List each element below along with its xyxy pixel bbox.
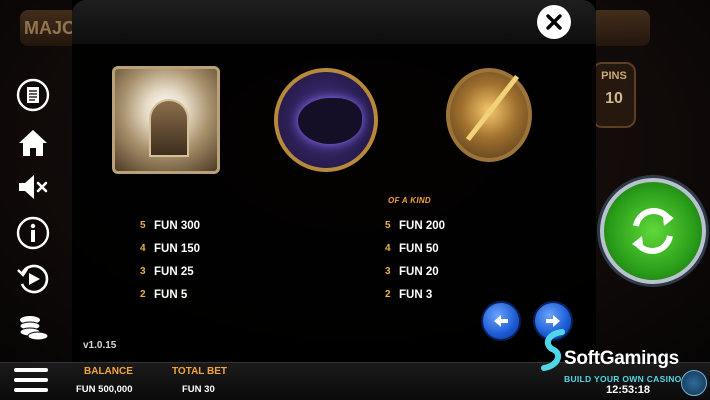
payout-row: 4 FUN 50 <box>385 237 445 260</box>
payout-value: FUN 150 <box>154 242 201 255</box>
payout-list-right: 5 FUN 200 4 FUN 50 3 FUN 20 2 FUN 3 <box>385 214 445 306</box>
symbol-spear-emblem <box>446 68 532 162</box>
payout-value: FUN 50 <box>399 242 439 255</box>
payout-value: FUN 200 <box>399 219 446 232</box>
payout-count: 3 <box>140 266 146 277</box>
home-button[interactable] <box>14 124 52 162</box>
spins-value: 10 <box>605 90 623 107</box>
close-icon <box>546 14 562 30</box>
payout-value: FUN 300 <box>154 219 201 232</box>
provider-badge-icon <box>681 370 707 396</box>
payout-row: 5 FUN 300 <box>140 214 200 237</box>
payout-row: 2 FUN 5 <box>140 283 200 306</box>
background-title-left: MAJO <box>20 10 80 46</box>
background-spins-counter: PINS 10 <box>592 62 636 128</box>
arrow-left-icon <box>494 315 508 327</box>
spin-button[interactable] <box>600 178 706 284</box>
autoplay-icon <box>17 264 49 294</box>
payout-list-left: 5 FUN 300 4 FUN 150 3 FUN 25 2 FUN 5 <box>140 214 200 306</box>
paytable-panel <box>72 0 596 362</box>
home-icon <box>19 130 47 156</box>
menu-button[interactable] <box>14 368 48 396</box>
payout-row: 5 FUN 200 <box>385 214 445 237</box>
sound-toggle-button[interactable] <box>14 168 52 206</box>
autoplay-button[interactable] <box>14 260 52 298</box>
payout-row: 2 FUN 3 <box>385 283 445 306</box>
payout-count: 3 <box>385 266 391 277</box>
paytable-button[interactable] <box>14 76 52 114</box>
balance-label: BALANCE <box>84 366 133 377</box>
spin-icon <box>632 208 674 254</box>
info-button[interactable] <box>14 214 52 252</box>
payout-row: 4 FUN 150 <box>140 237 200 260</box>
softgamings-logo-icon <box>541 329 565 371</box>
brand-tagline: BUILD YOUR OWN CASINO <box>564 374 682 384</box>
spins-label: PINS <box>601 70 627 82</box>
symbol-temple <box>112 66 220 174</box>
payout-value: FUN 5 <box>154 288 188 301</box>
hamburger-menu-icon <box>14 368 48 392</box>
payout-count: 5 <box>385 220 391 231</box>
brand-name: SoftGamings <box>564 348 679 369</box>
payout-row: 3 FUN 25 <box>140 260 200 283</box>
total-bet-label: TOTAL BET <box>172 366 227 377</box>
clock: 12:53:18 <box>606 384 651 396</box>
payout-count: 5 <box>140 220 146 231</box>
raven-figure <box>298 98 362 144</box>
payout-count: 4 <box>385 243 391 254</box>
payout-value: FUN 3 <box>399 288 433 301</box>
of-a-kind-label: OF A KIND <box>388 196 431 205</box>
paytable-header <box>72 0 596 44</box>
paytable-icon <box>16 78 50 112</box>
symbol-raven <box>274 68 378 172</box>
payout-value: FUN 20 <box>399 265 439 278</box>
payout-count: 2 <box>140 289 146 300</box>
bet-settings-button[interactable] <box>14 308 52 346</box>
spear-figure <box>465 74 520 142</box>
payout-count: 4 <box>140 243 146 254</box>
temple-arch <box>149 99 189 157</box>
close-button[interactable] <box>537 5 571 39</box>
coins-icon <box>19 316 49 341</box>
version-label: v1.0.15 <box>83 340 117 351</box>
total-bet-value: FUN 30 <box>182 384 215 395</box>
payout-count: 2 <box>385 289 391 300</box>
sound-muted-icon <box>19 175 48 199</box>
payout-value: FUN 25 <box>154 265 194 278</box>
info-icon <box>16 216 50 250</box>
balance-value: FUN 500,000 <box>76 384 133 395</box>
previous-page-button[interactable] <box>481 301 521 341</box>
payout-row: 3 FUN 20 <box>385 260 445 283</box>
background-title-right <box>590 10 650 46</box>
